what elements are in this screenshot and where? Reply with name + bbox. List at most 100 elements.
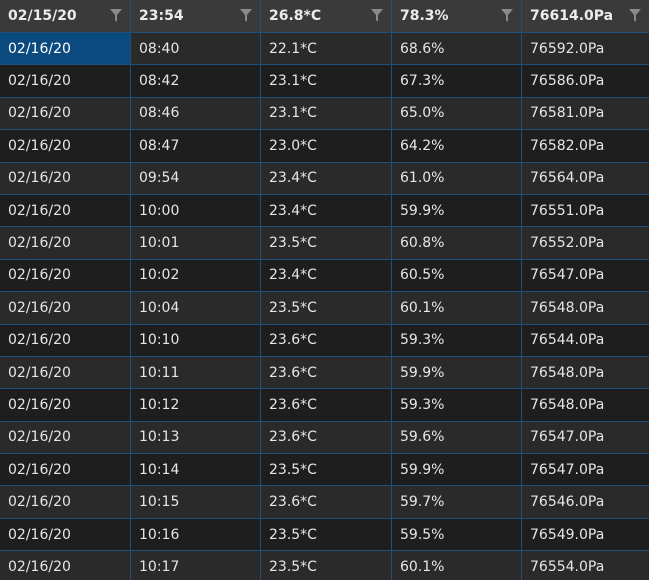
table-cell[interactable]: 67.3% xyxy=(392,65,522,98)
table-cell[interactable]: 23.5*C xyxy=(261,227,392,260)
table-cell[interactable]: 23.4*C xyxy=(261,162,392,195)
table-cell[interactable]: 60.8% xyxy=(392,227,522,260)
table-row[interactable]: 02/16/20 10:10 23.6*C 59.3% 76544.0Pa xyxy=(0,324,649,357)
table-cell[interactable]: 02/16/20 xyxy=(0,162,131,195)
table-cell[interactable]: 76547.0Pa xyxy=(522,454,649,487)
table-cell[interactable]: 23.5*C xyxy=(261,518,392,552)
table-cell[interactable]: 76551.0Pa xyxy=(522,195,649,228)
table-row[interactable]: 02/16/20 10:13 23.6*C 59.6% 76547.0Pa xyxy=(0,421,649,455)
table-cell[interactable]: 59.9% xyxy=(392,454,522,487)
table-cell[interactable]: 60.1% xyxy=(392,292,522,325)
table-cell[interactable]: 10:12 xyxy=(131,389,261,422)
table-cell[interactable]: 02/16/20 xyxy=(0,324,131,357)
table-cell[interactable]: 76549.0Pa xyxy=(522,519,649,552)
table-cell[interactable]: 02/16/20 xyxy=(0,130,131,163)
table-cell[interactable]: 10:10 xyxy=(131,324,261,357)
table-cell[interactable]: 76592.0Pa xyxy=(522,33,649,66)
table-cell[interactable]: 02/16/20 xyxy=(0,33,131,66)
table-cell[interactable]: 10:02 xyxy=(131,259,261,293)
table-cell[interactable]: 59.9% xyxy=(392,356,522,390)
table-row[interactable]: 02/16/20 10:12 23.6*C 59.3% 76548.0Pa xyxy=(0,389,649,422)
column-header-0[interactable]: 02/15/20 xyxy=(0,0,131,32)
table-cell[interactable]: 02/16/20 xyxy=(0,194,131,228)
table-cell[interactable]: 23.5*C xyxy=(261,551,392,580)
table-cell[interactable]: 10:17 xyxy=(131,551,261,580)
table-cell[interactable]: 02/16/20 xyxy=(0,454,131,487)
table-cell[interactable]: 10:13 xyxy=(131,421,261,455)
table-cell[interactable]: 76552.0Pa xyxy=(522,227,649,260)
filter-icon[interactable] xyxy=(240,9,252,23)
table-cell[interactable]: 23.6*C xyxy=(261,486,392,519)
table-cell[interactable]: 23.1*C xyxy=(261,97,392,131)
table-cell[interactable]: 76547.0Pa xyxy=(522,260,649,293)
table-cell[interactable]: 10:16 xyxy=(131,518,261,552)
table-cell[interactable]: 22.1*C xyxy=(261,33,392,66)
table-cell[interactable]: 10:01 xyxy=(131,227,261,260)
table-cell[interactable]: 02/16/20 xyxy=(0,356,131,390)
table-cell[interactable]: 59.6% xyxy=(392,421,522,455)
table-cell[interactable]: 59.7% xyxy=(392,486,522,519)
table-cell[interactable]: 08:47 xyxy=(131,130,261,163)
filter-icon[interactable] xyxy=(501,9,513,23)
table-cell[interactable]: 02/16/20 xyxy=(0,551,131,580)
table-cell[interactable]: 08:46 xyxy=(131,97,261,131)
column-header-1[interactable]: 23:54 xyxy=(131,0,261,32)
table-cell[interactable]: 23.6*C xyxy=(261,421,392,455)
filter-icon[interactable] xyxy=(629,9,641,23)
column-header-4[interactable]: 76614.0Pa xyxy=(522,0,649,32)
table-cell[interactable]: 09:54 xyxy=(131,162,261,195)
table-row[interactable]: 02/16/20 08:40 22.1*C 68.6% 76592.0Pa xyxy=(0,33,649,66)
table-cell[interactable]: 02/16/20 xyxy=(0,486,131,519)
table-cell[interactable]: 76582.0Pa xyxy=(522,130,649,163)
table-row[interactable]: 02/16/20 10:16 23.5*C 59.5% 76549.0Pa xyxy=(0,518,649,552)
table-cell[interactable]: 76554.0Pa xyxy=(522,551,649,580)
column-header-2[interactable]: 26.8*C xyxy=(261,0,392,32)
table-cell[interactable]: 76564.0Pa xyxy=(522,163,649,195)
table-cell[interactable]: 59.5% xyxy=(392,518,522,552)
table-cell[interactable]: 10:00 xyxy=(131,194,261,228)
table-cell[interactable]: 23.5*C xyxy=(261,292,392,325)
table-row[interactable]: 02/16/20 10:04 23.5*C 60.1% 76548.0Pa xyxy=(0,292,649,325)
table-cell[interactable]: 23.0*C xyxy=(261,130,392,163)
table-cell[interactable]: 10:15 xyxy=(131,486,261,519)
table-row[interactable]: 02/16/20 08:46 23.1*C 65.0% 76581.0Pa xyxy=(0,97,649,131)
table-cell[interactable]: 23.5*C xyxy=(261,454,392,487)
table-cell[interactable]: 10:04 xyxy=(131,292,261,325)
table-row[interactable]: 02/16/20 10:17 23.5*C 60.1% 76554.0Pa xyxy=(0,551,649,580)
table-row[interactable]: 02/16/20 10:01 23.5*C 60.8% 76552.0Pa xyxy=(0,227,649,260)
table-cell[interactable]: 61.0% xyxy=(392,162,522,195)
filter-icon[interactable] xyxy=(110,9,122,23)
table-cell[interactable]: 76581.0Pa xyxy=(522,98,649,131)
filter-icon[interactable] xyxy=(371,9,383,23)
table-cell[interactable]: 23.6*C xyxy=(261,389,392,422)
table-cell[interactable]: 02/16/20 xyxy=(0,518,131,552)
table-row[interactable]: 02/16/20 08:42 23.1*C 67.3% 76586.0Pa xyxy=(0,65,649,98)
table-cell[interactable]: 76586.0Pa xyxy=(522,65,649,98)
table-cell[interactable]: 76546.0Pa xyxy=(522,486,649,519)
table-row[interactable]: 02/16/20 10:11 23.6*C 59.9% 76548.0Pa xyxy=(0,356,649,390)
table-cell[interactable]: 59.3% xyxy=(392,389,522,422)
table-cell[interactable]: 76548.0Pa xyxy=(522,292,649,325)
table-cell[interactable]: 76548.0Pa xyxy=(522,389,649,422)
table-cell[interactable]: 02/16/20 xyxy=(0,389,131,422)
table-cell[interactable]: 23.6*C xyxy=(261,356,392,390)
table-cell[interactable]: 02/16/20 xyxy=(0,65,131,98)
table-cell[interactable]: 59.9% xyxy=(392,194,522,228)
table-row[interactable]: 02/16/20 08:47 23.0*C 64.2% 76582.0Pa xyxy=(0,130,649,163)
table-cell[interactable]: 59.3% xyxy=(392,324,522,357)
table-row[interactable]: 02/16/20 10:02 23.4*C 60.5% 76547.0Pa xyxy=(0,259,649,293)
table-row[interactable]: 02/16/20 10:14 23.5*C 59.9% 76547.0Pa xyxy=(0,454,649,487)
table-row[interactable]: 02/16/20 10:00 23.4*C 59.9% 76551.0Pa xyxy=(0,194,649,228)
table-cell[interactable]: 02/16/20 xyxy=(0,97,131,131)
table-cell[interactable]: 64.2% xyxy=(392,130,522,163)
table-cell[interactable]: 10:11 xyxy=(131,356,261,390)
table-cell[interactable]: 76547.0Pa xyxy=(522,422,649,455)
column-header-3[interactable]: 78.3% xyxy=(392,0,522,32)
table-cell[interactable]: 68.6% xyxy=(392,33,522,66)
table-cell[interactable]: 23.6*C xyxy=(261,324,392,357)
table-cell[interactable]: 10:14 xyxy=(131,454,261,487)
table-cell[interactable]: 23.1*C xyxy=(261,65,392,98)
table-cell[interactable]: 08:42 xyxy=(131,65,261,98)
table-cell[interactable]: 23.4*C xyxy=(261,194,392,228)
table-cell[interactable]: 02/16/20 xyxy=(0,227,131,260)
